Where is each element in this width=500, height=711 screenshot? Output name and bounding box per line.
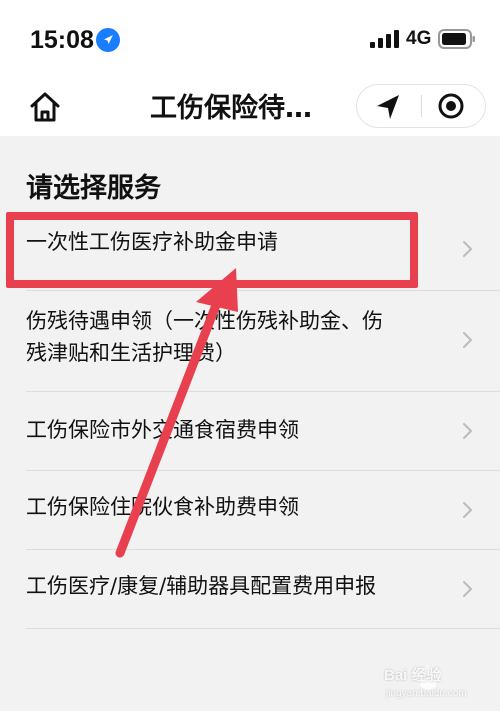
watermark-text: Bai 经验 [384,667,442,684]
service-label: 伤残待遇申领（一次性伤残补助金、伤 残津贴和生活护理费） [26,309,383,365]
cellular-signal-icon [370,30,399,48]
chevron-right-icon [463,241,472,257]
home-icon[interactable] [26,88,64,126]
battery-icon [438,29,475,49]
list-item[interactable]: 伤残待遇申领（一次性伤残补助金、伤 残津贴和生活护理费） [0,291,500,391]
chevron-right-icon [463,423,472,439]
mini-program-capsule [356,84,486,128]
service-label: 工伤医疗/康复/辅助器具配置费用申报 [26,574,377,598]
service-label: 工伤保险市外交通食宿费申领 [26,418,299,442]
navigation-arrow-icon[interactable] [357,85,421,127]
list-item[interactable]: 工伤保险市外交通食宿费申领 [0,392,500,470]
service-label: 一次性工伤医疗补助金申请 [26,230,278,254]
section-title: 请选择服务 [26,173,161,204]
service-label: 工伤保险住院伙食补助费申领 [26,495,299,519]
chevron-right-icon [463,502,472,518]
page-title: 工伤保险待… [150,93,312,124]
close-circle-icon[interactable] [422,85,486,127]
divider [26,628,500,629]
status-time: 15:08 [30,26,94,54]
service-list-page: 请选择服务 一次性工伤医疗补助金申请 伤残待遇申领（一次性伤残补助金、伤 残津贴… [0,136,500,711]
list-item[interactable]: 一次性工伤医疗补助金申请 [0,208,500,290]
chevron-right-icon [463,581,472,597]
list-item[interactable]: 工伤医疗/康复/辅助器具配置费用申报 [0,550,500,628]
location-arrow-icon [96,28,120,52]
list-item[interactable]: 工伤保险住院伙食补助费申领 [0,471,500,549]
status-bar: 15:08 4G [0,0,500,80]
nav-bar: 工伤保险待… [0,80,500,136]
network-type: 4G [406,28,432,49]
watermark-url: jingyan.baidu.com [386,688,467,699]
chevron-right-icon [463,332,472,348]
